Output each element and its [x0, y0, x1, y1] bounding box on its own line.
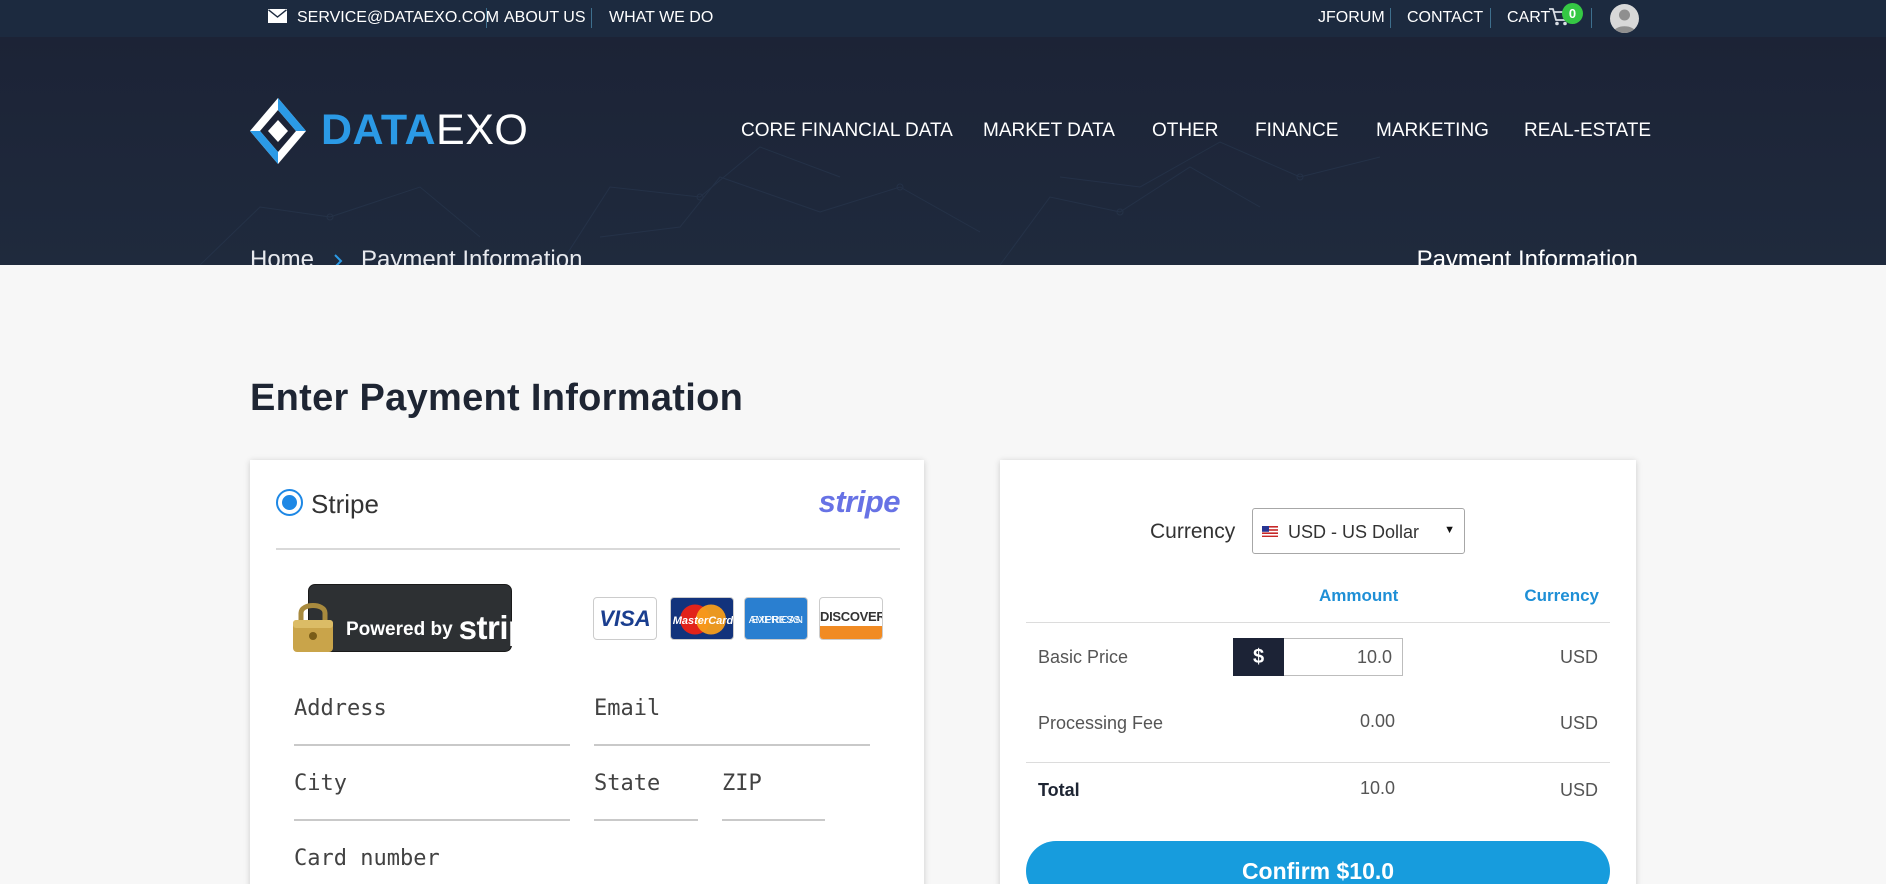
- nav-other[interactable]: OTHER: [1152, 120, 1219, 142]
- dollar-sign-addon: $: [1233, 638, 1284, 676]
- divider: [1026, 762, 1610, 763]
- visa-card-icon: VISA: [593, 597, 657, 640]
- nav-market-data[interactable]: MARKET DATA: [983, 120, 1115, 142]
- envelope-icon: [268, 9, 287, 23]
- email-field[interactable]: Email: [594, 696, 660, 721]
- powered-by-stripe-badge: Powered by stripe: [290, 584, 546, 654]
- confirm-payment-button[interactable]: Confirm $10.0: [1026, 841, 1610, 884]
- address-field[interactable]: Address: [294, 696, 387, 721]
- divider: [1026, 622, 1610, 623]
- nav-real-estate[interactable]: REAL-ESTATE: [1524, 120, 1651, 142]
- card-number-field[interactable]: Card number: [294, 846, 440, 871]
- divider: [486, 8, 487, 28]
- total-label: Total: [1038, 780, 1080, 800]
- state-underline: [594, 819, 698, 821]
- what-we-do-link[interactable]: WHAT WE DO: [609, 9, 713, 27]
- order-summary-card: Currency USD - US Dollar ▼ Ammount Curre…: [1000, 460, 1636, 884]
- total-currency: USD: [1559, 780, 1598, 800]
- header-page-title: Payment Information: [1416, 246, 1638, 265]
- contact-link[interactable]: CONTACT: [1407, 9, 1483, 27]
- us-flag-icon: [1262, 526, 1278, 537]
- currency-label: Currency: [1150, 520, 1236, 543]
- nav-marketing[interactable]: MARKETING: [1376, 120, 1489, 142]
- stripe-logo: stripe: [818, 484, 901, 519]
- city-field[interactable]: City: [294, 771, 347, 796]
- processing-fee-amount: 0.00: [1359, 711, 1395, 731]
- svg-text:MasterCard: MasterCard: [673, 615, 734, 627]
- basic-price-label: Basic Price: [1038, 647, 1129, 667]
- divider: [1591, 8, 1592, 28]
- city-underline: [294, 819, 570, 821]
- total-amount: 10.0: [1359, 778, 1395, 798]
- site-header: DATAEXO CORE FINANCIAL DATA MARKET DATA …: [0, 37, 1886, 265]
- dropdown-caret-icon: ▼: [1444, 524, 1455, 536]
- dataexo-logo-icon[interactable]: [248, 96, 308, 166]
- email-underline: [594, 744, 870, 746]
- processing-fee-label: Processing Fee: [1038, 713, 1164, 733]
- stripe-radio-label[interactable]: Stripe: [311, 489, 379, 520]
- stripe-radio[interactable]: [276, 489, 303, 516]
- user-avatar-icon[interactable]: [1610, 4, 1639, 33]
- cart-link[interactable]: CART: [1507, 9, 1550, 27]
- mastercard-icon: MasterCard: [670, 597, 734, 640]
- breadcrumb-current: Payment Information: [361, 246, 583, 265]
- nav-core-financial-data[interactable]: CORE FINANCIAL DATA: [741, 120, 953, 142]
- address-underline: [294, 744, 570, 746]
- about-us-link[interactable]: ABOUT US: [504, 9, 586, 27]
- amex-card-icon: AMERICAN EXPRESS: [744, 597, 808, 640]
- divider: [1490, 8, 1491, 28]
- cart-count-badge: 0: [1562, 3, 1583, 24]
- zip-underline: [722, 819, 825, 821]
- email-link[interactable]: SERVICE@DATAEXO.COM: [297, 9, 499, 27]
- dataexo-logo-text[interactable]: DATAEXO: [321, 107, 528, 153]
- basic-price-input[interactable]: 10.0: [1284, 638, 1403, 676]
- discover-card-icon: DISCOVER: [819, 597, 883, 640]
- state-field[interactable]: State: [594, 771, 660, 796]
- powered-by-text: Powered by: [346, 619, 453, 640]
- currency-select-value: USD - US Dollar: [1288, 522, 1420, 542]
- processing-fee-currency: USD: [1559, 713, 1598, 733]
- powered-by-stripe-text: stripe: [458, 609, 546, 646]
- nav-finance[interactable]: FINANCE: [1255, 120, 1338, 142]
- payment-method-card: Stripe stripe Powered by stripe VISA Mast…: [250, 460, 924, 884]
- divider: [591, 8, 592, 28]
- zip-field[interactable]: ZIP: [722, 771, 762, 796]
- amount-column-header: Ammount: [1319, 586, 1399, 605]
- padlock-icon: [293, 603, 333, 652]
- divider: [276, 548, 900, 550]
- breadcrumb-home[interactable]: Home: [250, 246, 314, 265]
- chevron-right-icon: [334, 254, 343, 265]
- divider: [1390, 8, 1391, 28]
- page-title: Enter Payment Information: [250, 377, 744, 419]
- basic-price-currency: USD: [1559, 647, 1598, 667]
- top-bar: SERVICE@DATAEXO.COM ABOUT US WHAT WE DO …: [0, 0, 1886, 37]
- jforum-link[interactable]: JFORUM: [1318, 9, 1385, 27]
- currency-column-header: Currency: [1524, 586, 1599, 605]
- currency-select[interactable]: USD - US Dollar ▼: [1252, 508, 1465, 554]
